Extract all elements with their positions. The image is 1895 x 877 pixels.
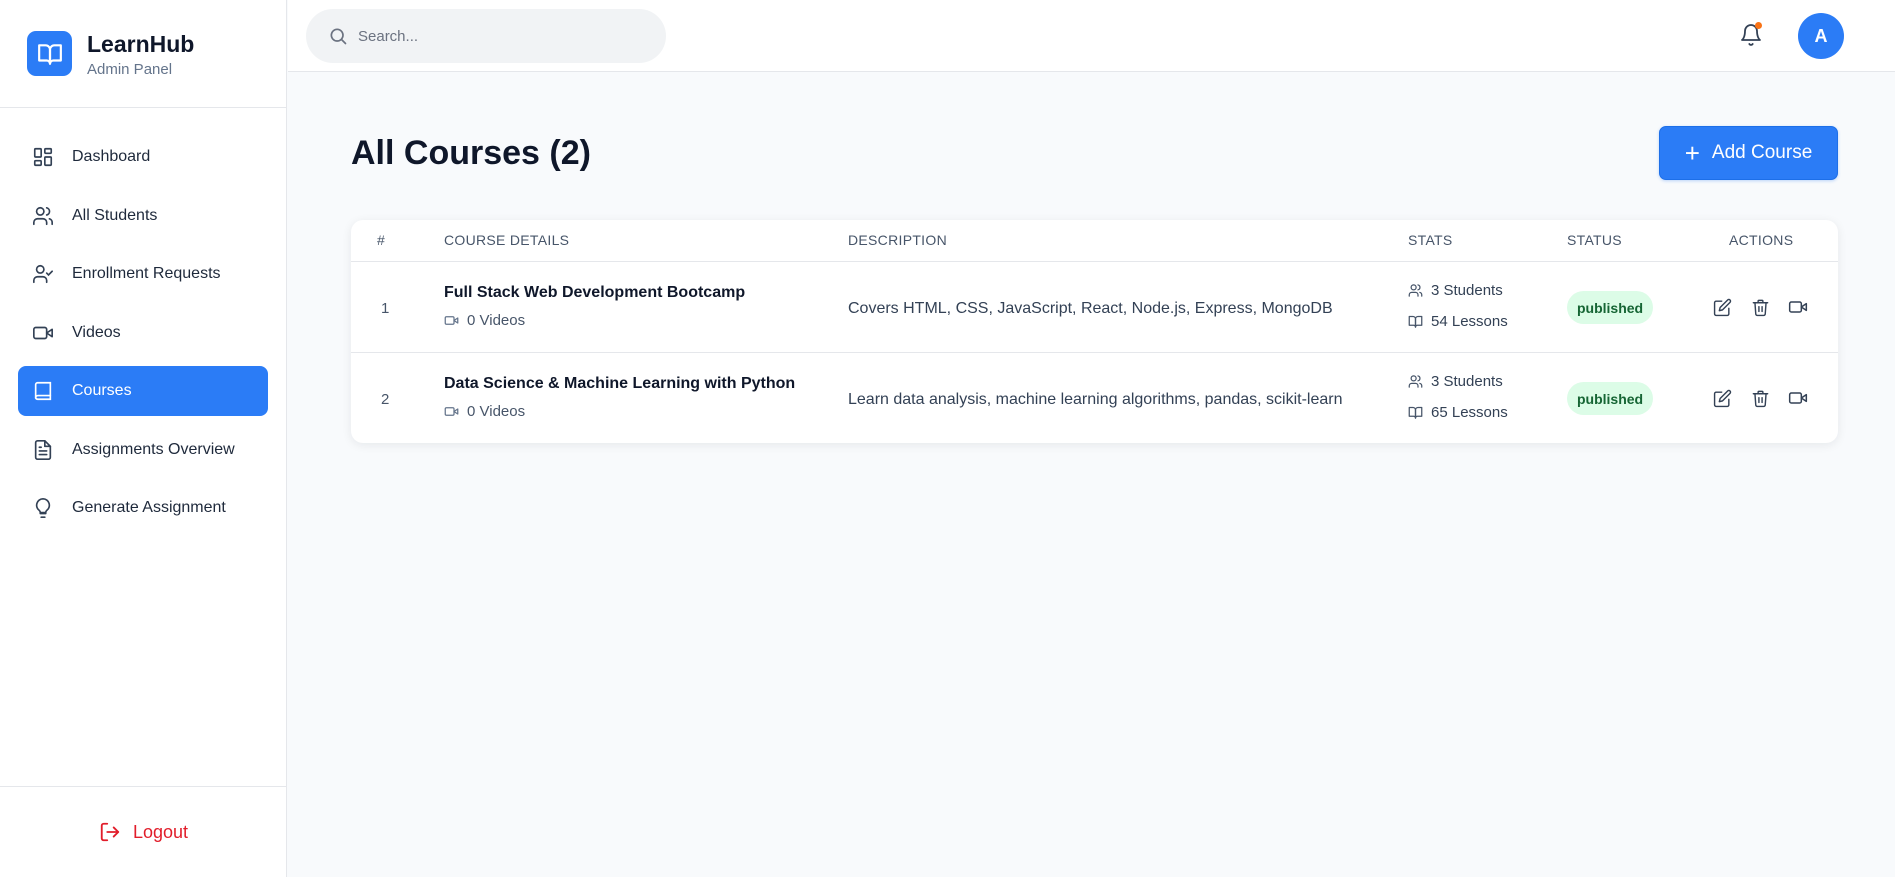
sidebar-item-label: Generate Assignment <box>72 499 226 516</box>
user-check-icon <box>31 262 55 286</box>
course-videos-count: 0 Videos <box>467 403 526 420</box>
video-icon <box>444 404 459 419</box>
course-videos-count: 0 Videos <box>467 312 526 329</box>
file-text-icon <box>31 438 55 462</box>
status-badge: published <box>1567 382 1654 415</box>
students-count: 3 Students <box>1431 282 1503 299</box>
sidebar-item-assignments-overview[interactable]: Assignments Overview <box>18 425 268 475</box>
lightbulb-icon <box>31 496 55 520</box>
topbar: A <box>288 0 1895 72</box>
stat-lessons: 65 Lessons <box>1408 404 1508 421</box>
row-actions <box>1710 386 1824 410</box>
users-icon <box>31 204 55 228</box>
plus-icon: + <box>1684 138 1700 168</box>
search-input[interactable] <box>358 27 638 45</box>
row-number: 1 <box>381 300 390 317</box>
students-count: 3 Students <box>1431 373 1503 390</box>
video-icon <box>31 321 55 345</box>
stat-students: 3 Students <box>1408 282 1503 299</box>
row-number: 2 <box>381 391 390 408</box>
sidebar-item-label: Videos <box>72 323 121 341</box>
edit-button[interactable] <box>1710 386 1734 410</box>
row-actions <box>1710 295 1824 319</box>
users-icon <box>1408 283 1423 298</box>
edit-icon <box>1713 389 1731 407</box>
header-description: DESCRIPTION <box>848 232 947 248</box>
sidebar-item-videos[interactable]: Videos <box>18 308 268 358</box>
lessons-count: 65 Lessons <box>1431 404 1508 421</box>
sidebar-item-courses[interactable]: Courses <box>18 366 268 416</box>
search-icon <box>328 26 348 46</box>
course-description: Covers HTML, CSS, JavaScript, React, Nod… <box>848 300 1333 317</box>
lessons-count: 54 Lessons <box>1431 313 1508 330</box>
manage-videos-button[interactable] <box>1786 386 1810 410</box>
sidebar: LearnHub Admin Panel Dashboard All Stude… <box>0 0 287 877</box>
search-box <box>306 9 666 63</box>
trash-icon <box>1752 299 1768 316</box>
sidebar-item-label: Courses <box>72 382 132 399</box>
stat-students: 3 Students <box>1408 373 1503 390</box>
avatar[interactable]: A <box>1798 13 1844 59</box>
video-icon <box>1788 301 1808 313</box>
notifications-button[interactable] <box>1737 21 1765 49</box>
book-icon <box>31 379 55 403</box>
grid-icon <box>31 145 55 169</box>
edit-button[interactable] <box>1710 295 1734 319</box>
sidebar-item-all-students[interactable]: All Students <box>18 191 268 241</box>
sidebar-item-generate-assignment[interactable]: Generate Assignment <box>18 483 268 533</box>
brand: LearnHub Admin Panel <box>0 0 286 108</box>
users-icon <box>1408 374 1423 389</box>
book-open-icon <box>27 31 72 76</box>
logout-label: Logout <box>132 821 189 842</box>
sidebar-nav: Dashboard All Students Enrollment Reques… <box>0 108 286 533</box>
notification-dot <box>1755 22 1762 29</box>
sidebar-item-label: Dashboard <box>72 148 151 165</box>
logout-section: Logout <box>0 786 287 877</box>
log-out-icon <box>99 821 121 843</box>
table-row: 2 Data Science & Machine Learning with P… <box>351 353 1838 443</box>
course-title: Data Science & Machine Learning with Pyt… <box>444 375 796 392</box>
sidebar-item-label: All Students <box>72 206 158 224</box>
course-videos: 0 Videos <box>444 403 525 420</box>
delete-button[interactable] <box>1748 386 1772 410</box>
stat-lessons: 54 Lessons <box>1408 313 1508 330</box>
header-status: STATUS <box>1567 232 1622 248</box>
brand-title: LearnHub <box>87 30 195 57</box>
trash-icon <box>1752 390 1768 407</box>
course-description: Learn data analysis, machine learning al… <box>848 391 1343 408</box>
book-open-icon <box>1408 405 1423 420</box>
sidebar-item-enrollment-requests[interactable]: Enrollment Requests <box>18 249 268 299</box>
header-number: # <box>377 232 386 248</box>
book-open-icon <box>1408 314 1423 329</box>
header-actions: ACTIONS <box>1729 232 1794 248</box>
header-stats: STATS <box>1408 232 1453 248</box>
course-videos: 0 Videos <box>444 312 525 329</box>
table-header: # COURSE DETAILS DESCRIPTION STATS STATU… <box>351 220 1838 262</box>
add-course-label: Add Course <box>1711 142 1813 163</box>
delete-button[interactable] <box>1748 295 1772 319</box>
brand-subtitle: Admin Panel <box>87 60 173 78</box>
course-title: Full Stack Web Development Bootcamp <box>444 284 746 301</box>
logout-button[interactable]: Logout <box>99 821 188 843</box>
page-title: All Courses (2) <box>351 134 591 172</box>
header-course-details: COURSE DETAILS <box>444 232 570 248</box>
sidebar-item-label: Enrollment Requests <box>72 265 221 282</box>
add-course-button[interactable]: + Add Course <box>1659 126 1838 180</box>
sidebar-item-dashboard[interactable]: Dashboard <box>18 132 268 182</box>
video-icon <box>444 313 459 328</box>
sidebar-item-label: Assignments Overview <box>72 440 235 458</box>
table-row: 1 Full Stack Web Development Bootcamp 0 … <box>351 262 1838 353</box>
edit-icon <box>1713 298 1731 316</box>
manage-videos-button[interactable] <box>1786 295 1810 319</box>
video-icon <box>1788 392 1808 404</box>
status-badge: published <box>1567 291 1654 324</box>
courses-table: # COURSE DETAILS DESCRIPTION STATS STATU… <box>351 220 1838 443</box>
